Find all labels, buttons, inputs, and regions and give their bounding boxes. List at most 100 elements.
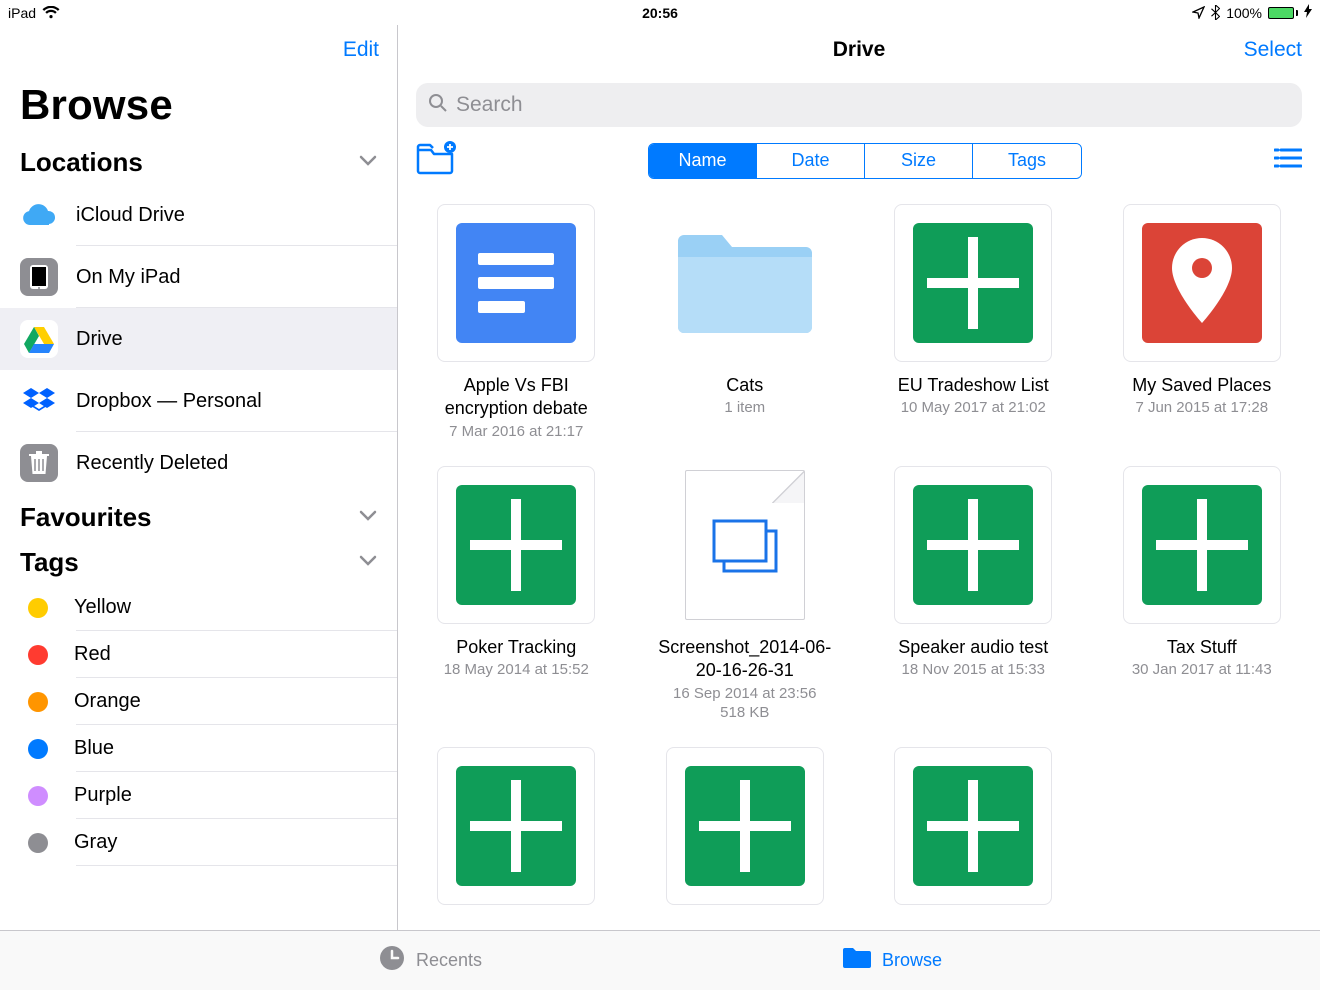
tags-list: Yellow Red Orange Blue Purple Gray <box>0 584 397 866</box>
google-sheet-icon <box>685 766 805 886</box>
file-thumbnail <box>1123 466 1281 624</box>
location-label: On My iPad <box>76 266 180 289</box>
file-thumbnail <box>437 466 595 624</box>
file-name: EU Tradeshow List <box>898 374 1049 397</box>
tag-label: Yellow <box>74 596 131 619</box>
tab-browse[interactable]: Browse <box>842 946 942 975</box>
location-label: Drive <box>76 328 123 351</box>
location-label: Recently Deleted <box>76 452 228 475</box>
google-drive-icon <box>20 320 58 358</box>
wifi-icon <box>42 6 60 19</box>
google-sheet-icon <box>1142 485 1262 605</box>
location-drive[interactable]: Drive <box>0 308 397 370</box>
tag-label: Blue <box>74 737 114 760</box>
tag-purple[interactable]: Purple <box>0 772 397 819</box>
tab-bar: Recents Browse <box>0 930 1320 990</box>
clock: 20:56 <box>642 5 678 21</box>
locations-header[interactable]: Locations <box>0 139 397 184</box>
chevron-down-icon <box>359 509 377 527</box>
google-maps-icon <box>1142 223 1262 343</box>
tab-label: Browse <box>882 950 942 971</box>
folder-icon <box>670 223 820 343</box>
file-item[interactable]: Apple Vs FBI encryption debate7 Mar 2016… <box>426 204 607 440</box>
tab-label: Recents <box>416 950 482 971</box>
file-item[interactable]: EU Tradeshow List10 May 2017 at 21:02 <box>883 204 1064 440</box>
tag-orange[interactable]: Orange <box>0 678 397 725</box>
file-name: My Saved Places <box>1132 374 1271 397</box>
location-recently-deleted[interactable]: Recently Deleted <box>0 432 397 494</box>
google-sheet-icon <box>913 223 1033 343</box>
sort-date[interactable]: Date <box>757 144 865 178</box>
status-bar: iPad 20:56 100% <box>0 0 1320 25</box>
file-grid: Apple Vs FBI encryption debate7 Mar 2016… <box>398 194 1320 915</box>
file-meta: 18 Nov 2015 at 15:33 <box>902 661 1045 678</box>
list-view-button[interactable] <box>1274 147 1302 174</box>
tags-header[interactable]: Tags <box>0 539 397 584</box>
tag-red[interactable]: Red <box>0 631 397 678</box>
file-item[interactable]: Speaker audio test 18 Nov 2015 at 15:33 <box>883 466 1064 721</box>
location-on-my-ipad[interactable]: On My iPad <box>0 246 397 308</box>
file-item[interactable]: Poker Tracking 18 May 2014 at 15:52 <box>426 466 607 721</box>
file-meta: 1 item <box>724 399 765 416</box>
file-item[interactable]: Tax Stuff 30 Jan 2017 at 11:43 <box>1112 466 1293 721</box>
tag-gray[interactable]: Gray <box>0 819 397 866</box>
file-item[interactable] <box>883 747 1064 905</box>
file-thumbnail <box>666 204 824 362</box>
icloud-icon <box>20 196 58 234</box>
search-icon <box>428 93 448 118</box>
file-meta: 7 Mar 2016 at 21:17 <box>449 423 583 440</box>
location-icloud-drive[interactable]: iCloud Drive <box>0 184 397 246</box>
device-label: iPad <box>8 5 36 21</box>
file-meta: 16 Sep 2014 at 23:56 <box>673 685 816 702</box>
tag-dot-icon <box>28 786 48 806</box>
location-dropbox[interactable]: Dropbox — Personal <box>0 370 397 432</box>
file-item[interactable] <box>426 747 607 905</box>
file-name: Poker Tracking <box>456 636 576 659</box>
bluetooth-icon <box>1211 5 1220 20</box>
trash-icon <box>20 444 58 482</box>
file-thumbnail <box>894 204 1052 362</box>
select-button[interactable]: Select <box>1244 38 1302 62</box>
file-item[interactable] <box>655 747 836 905</box>
file-thumbnail <box>666 747 824 905</box>
location-label: iCloud Drive <box>76 204 185 227</box>
tag-dot-icon <box>28 739 48 759</box>
location-label: Dropbox — Personal <box>76 390 262 413</box>
tag-dot-icon <box>28 833 48 853</box>
sort-segmented-control: NameDateSizeTags <box>648 143 1082 179</box>
file-meta: 18 May 2014 at 15:52 <box>444 661 589 678</box>
favourites-label: Favourites <box>20 502 152 533</box>
tag-label: Gray <box>74 831 117 854</box>
tag-dot-icon <box>28 645 48 665</box>
search-input[interactable]: Search <box>416 83 1302 127</box>
charging-icon <box>1304 4 1312 21</box>
tag-label: Purple <box>74 784 132 807</box>
edit-button[interactable]: Edit <box>343 38 379 62</box>
file-item[interactable]: Screenshot_2014-06-20-16-26-31 16 Sep 201… <box>655 466 836 721</box>
file-meta: 30 Jan 2017 at 11:43 <box>1132 661 1272 678</box>
ipad-icon <box>20 258 58 296</box>
file-thumbnail <box>437 204 595 362</box>
tab-recents[interactable]: Recents <box>378 944 482 977</box>
tag-label: Red <box>74 643 111 666</box>
google-sheet-icon <box>456 766 576 886</box>
favourites-header[interactable]: Favourites <box>0 494 397 539</box>
file-item[interactable]: Cats1 item <box>655 204 836 440</box>
file-item[interactable]: My Saved Places7 Jun 2015 at 17:28 <box>1112 204 1293 440</box>
sort-size[interactable]: Size <box>865 144 973 178</box>
file-name: Tax Stuff <box>1167 636 1237 659</box>
google-sheet-icon <box>456 485 576 605</box>
file-thumbnail <box>1123 204 1281 362</box>
battery-icon <box>1268 7 1298 19</box>
new-folder-button[interactable] <box>416 141 456 180</box>
locations-list: iCloud Drive On My iPad Drive Dropbox — … <box>0 184 397 494</box>
tag-blue[interactable]: Blue <box>0 725 397 772</box>
sort-name[interactable]: Name <box>649 144 757 178</box>
tag-yellow[interactable]: Yellow <box>0 584 397 631</box>
clock-icon <box>378 944 406 977</box>
sidebar-title: Browse <box>0 75 397 139</box>
file-name: Speaker audio test <box>898 636 1048 659</box>
file-name: Screenshot_2014-06-20-16-26-31 <box>655 636 836 683</box>
main-pane: Drive Select Search NameDateSizeTags App… <box>398 25 1320 930</box>
sort-tags[interactable]: Tags <box>973 144 1081 178</box>
